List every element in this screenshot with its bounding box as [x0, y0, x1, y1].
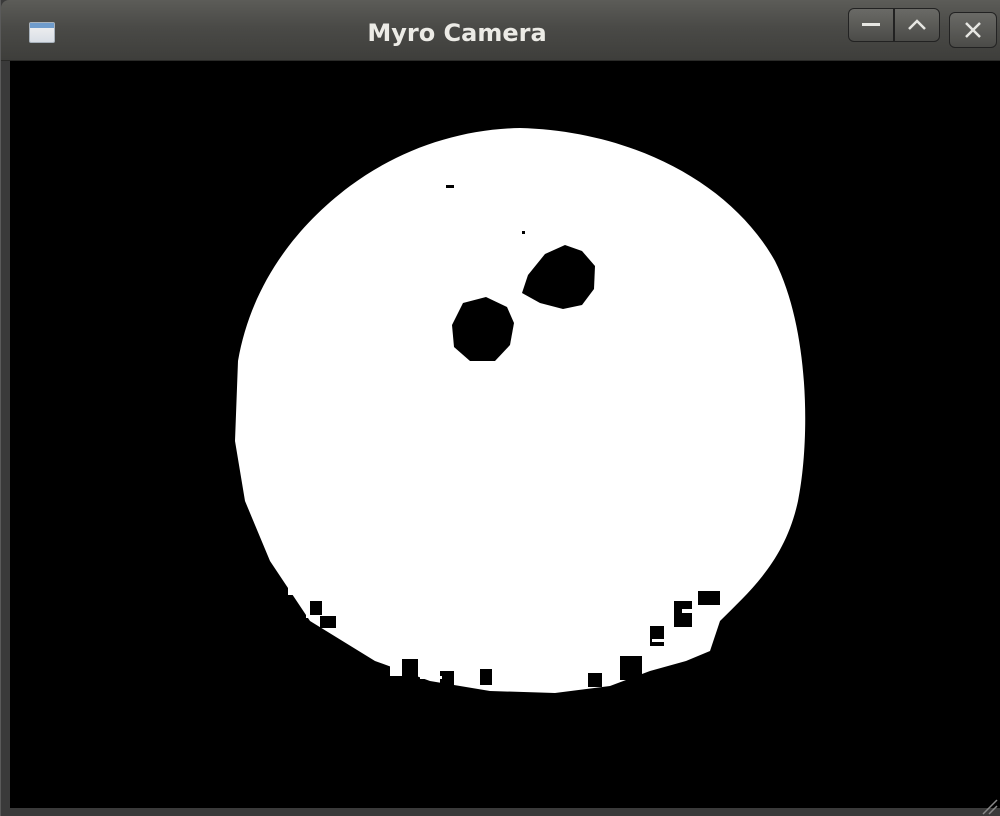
window-title: Myro Camera [367, 19, 547, 47]
close-icon [964, 21, 982, 39]
close-button[interactable] [949, 12, 997, 48]
minimize-icon [862, 23, 880, 27]
maximize-icon [907, 19, 927, 31]
thresholded-blob-image [10, 61, 1000, 808]
status-bar [1, 799, 1000, 816]
camera-image [10, 61, 1000, 808]
resize-grip-icon[interactable] [979, 796, 999, 816]
title-bar[interactable]: Myro Camera [1, 0, 1000, 61]
minimize-button[interactable] [848, 8, 894, 42]
camera-window: Myro Camera [0, 0, 1000, 816]
maximize-button[interactable] [894, 8, 940, 42]
